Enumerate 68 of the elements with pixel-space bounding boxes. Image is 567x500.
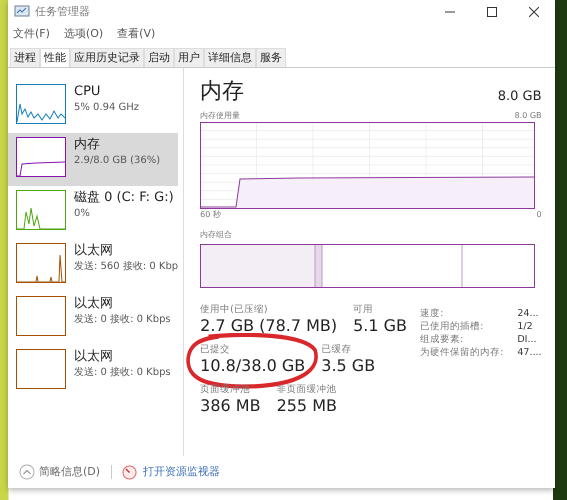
tab[interactable]: 详细信息 xyxy=(204,48,256,67)
stat-value: 255 MB xyxy=(276,396,337,416)
total-memory: 8.0 GB xyxy=(498,88,542,106)
item-name: 以太网 xyxy=(74,243,114,259)
tab[interactable]: 服务 xyxy=(256,48,286,67)
composition-label: 内存组合 xyxy=(200,229,234,241)
graph-thumbnail xyxy=(16,84,66,124)
stat-value: 3.5 GB xyxy=(321,356,376,376)
stat-label: 已提交 xyxy=(200,344,232,356)
property-label: 速度: xyxy=(420,308,444,320)
sidebar-item[interactable]: 内存 2.9/8.0 GB (36%) xyxy=(8,133,178,186)
stat-label: 使用中(已压缩) xyxy=(200,304,269,316)
sidebar-item[interactable]: 以太网 发送: 0 接收: 0 Kbps xyxy=(8,292,178,345)
tab[interactable]: 启动 xyxy=(144,48,174,67)
item-detail: 0% xyxy=(74,207,91,221)
sidebar-item[interactable]: 磁盘 0 (C: F: G:) 0% xyxy=(8,186,178,239)
stat-value: 2.7 GB (78.7 MB) xyxy=(200,316,338,336)
item-name: 内存 xyxy=(74,137,101,153)
item-name: 以太网 xyxy=(74,349,114,365)
item-detail: 2.9/8.0 GB (36%) xyxy=(74,154,160,168)
fewer-details-button[interactable]: 简略信息(D) xyxy=(18,462,102,482)
property-label: 已使用的插槽: xyxy=(420,321,484,333)
property-value: 24... xyxy=(517,308,540,320)
property-label: 组成要素: xyxy=(420,334,464,346)
item-name: 以太网 xyxy=(74,296,114,312)
time-axis-end: 0 xyxy=(536,209,542,221)
resource-monitor-link[interactable]: 打开资源监视器 xyxy=(143,464,220,480)
tab[interactable]: 性能 xyxy=(40,48,70,67)
item-detail: 发送: 0 接收: 0 Kbps xyxy=(74,366,171,380)
menu-item[interactable]: 文件(F) xyxy=(13,26,50,42)
graph-thumbnail xyxy=(16,243,66,283)
item-name: CPU xyxy=(74,84,102,100)
stat-value: 386 MB xyxy=(200,396,261,416)
time-axis-start: 60 秒 xyxy=(200,209,221,221)
graph-thumbnail xyxy=(16,296,66,336)
graph-max: 8.0 GB xyxy=(514,110,542,122)
panel-title: 内存 xyxy=(200,78,244,106)
tab[interactable]: 用户 xyxy=(174,48,204,67)
maximize-icon xyxy=(487,7,497,17)
graph-thumbnail xyxy=(16,137,66,177)
stat-label: 非页面缓冲池 xyxy=(276,384,337,396)
property-value: 47.... xyxy=(517,347,542,359)
window-title: 任务管理器 xyxy=(35,4,90,20)
stat-label: 已缓存 xyxy=(321,344,352,356)
item-name: 磁盘 0 (C: F: G:) xyxy=(74,190,174,206)
stat-value: 5.1 GB xyxy=(353,316,408,336)
graph-label: 内存使用量 xyxy=(200,110,240,122)
sidebar-item[interactable]: CPU 5% 0.94 GHz xyxy=(8,80,178,133)
graph-thumbnail xyxy=(16,349,66,389)
property-value: 1/2 xyxy=(517,321,534,333)
stat-label: 可用 xyxy=(353,304,374,316)
stat-value: 10.8/38.0 GB xyxy=(200,356,306,376)
tab[interactable]: 应用历史记录 xyxy=(70,48,144,67)
tab[interactable]: 进程 xyxy=(10,48,40,67)
menu-item[interactable]: 查看(V) xyxy=(117,26,156,42)
collapse-icon xyxy=(19,464,35,480)
property-label: 为硬件保留的内存: xyxy=(420,347,504,359)
graph-thumbnail xyxy=(16,190,66,230)
item-detail: 发送: 560 接收: 0 Kbp xyxy=(74,260,178,274)
resource-monitor-icon xyxy=(122,464,138,480)
close-icon xyxy=(529,7,539,17)
property-value: DI... xyxy=(517,334,538,346)
menu-item[interactable]: 选项(O) xyxy=(64,26,104,42)
app-icon xyxy=(14,5,30,19)
item-detail: 5% 0.94 GHz xyxy=(74,101,140,115)
sidebar-item[interactable]: 以太网 发送: 560 接收: 0 Kbp xyxy=(8,239,178,292)
item-detail: 发送: 0 接收: 0 Kbps xyxy=(74,312,171,327)
sidebar-item[interactable]: 以太网 发送: 0 接收: 0 Kbps xyxy=(8,345,178,398)
